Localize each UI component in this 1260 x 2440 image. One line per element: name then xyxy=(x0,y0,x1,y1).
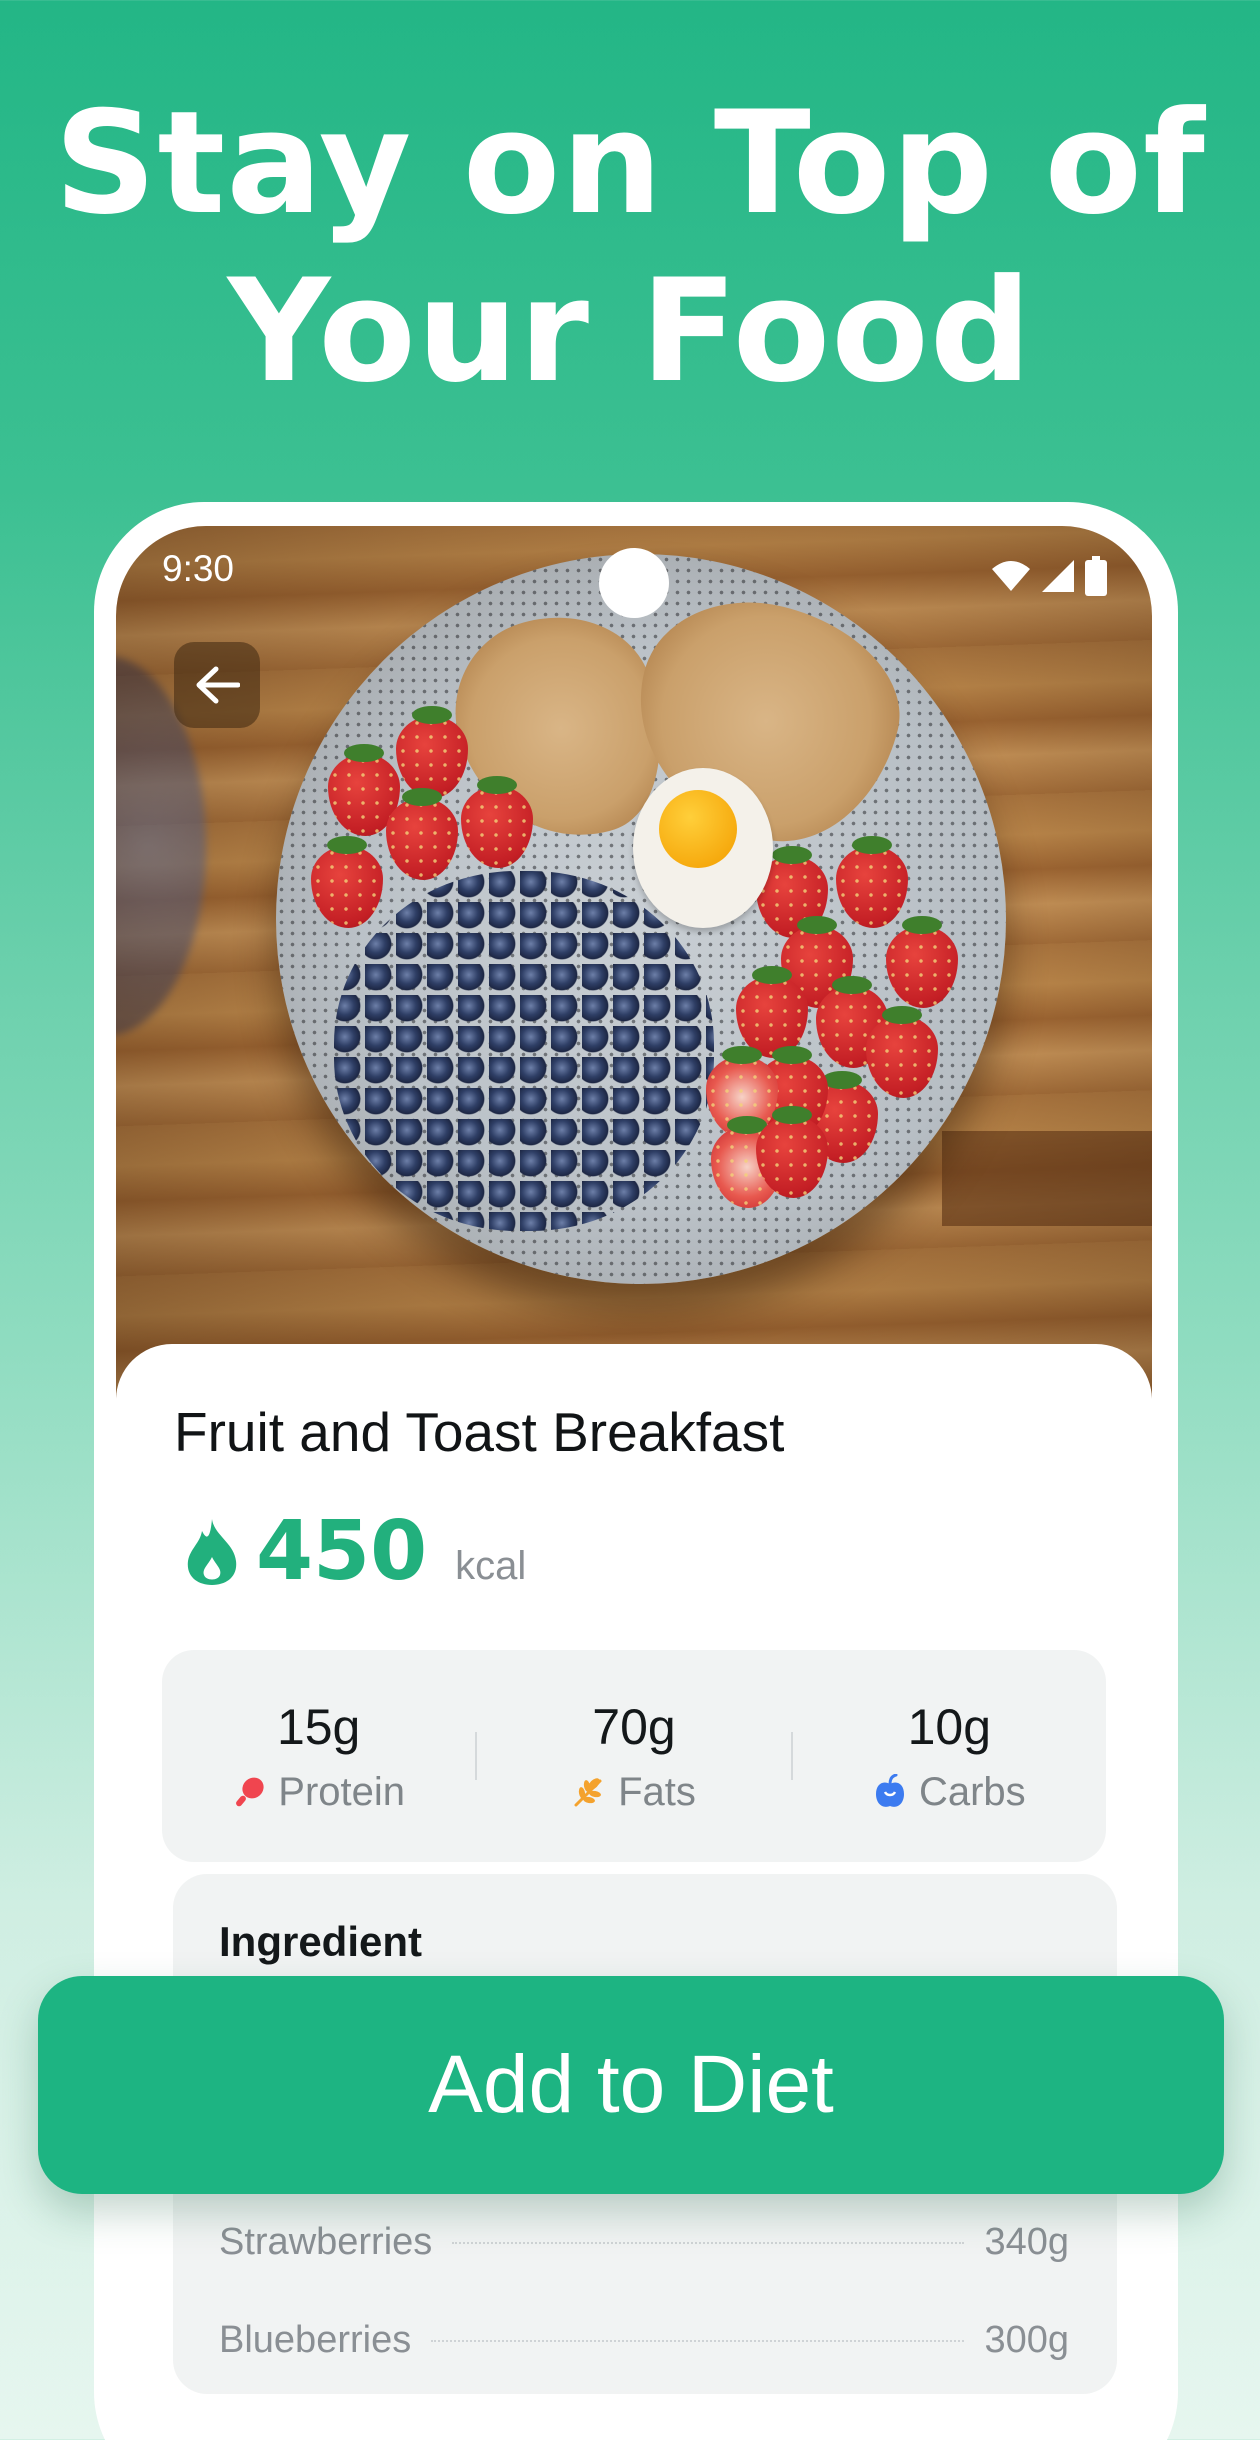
ingredient-amount: 300g xyxy=(984,2319,1069,2361)
ingredient-amount: 340g xyxy=(984,2221,1069,2263)
calorie-value: 450 xyxy=(256,1504,428,1599)
ingredient-row: Strawberries 340g xyxy=(219,2221,1069,2264)
ingredient-row: Blueberries 300g xyxy=(219,2319,1069,2362)
blueberries-pile xyxy=(334,871,714,1231)
macro-label: Carbs xyxy=(918,1769,1026,1814)
apple-icon xyxy=(875,1774,904,1807)
fried-egg xyxy=(633,768,773,928)
add-to-diet-button[interactable]: Add to Diet xyxy=(38,1976,1224,2194)
signal-icon xyxy=(1042,560,1074,592)
wifi-icon xyxy=(992,561,1030,591)
macro-fats: 70g Fats xyxy=(477,1650,790,1862)
back-button[interactable] xyxy=(174,642,260,728)
meal-detail-sheet: Fruit and Toast Breakfast 450 kcal 15g P… xyxy=(116,1344,1152,2440)
ingredients-title: Ingredient xyxy=(219,1918,423,1965)
dotted-leader xyxy=(452,2241,965,2244)
status-time: 9:30 xyxy=(162,548,235,589)
macro-label-row: Fats xyxy=(572,1770,696,1815)
meal-photo xyxy=(116,526,1152,1426)
headline-line-2: Your Food xyxy=(227,249,1033,414)
front-camera xyxy=(599,548,669,618)
headline-line-1: Stay on Top of xyxy=(54,81,1206,246)
meal-title: Fruit and Toast Breakfast xyxy=(174,1401,785,1463)
flame-icon xyxy=(187,1518,237,1585)
wheat-icon xyxy=(574,1778,602,1807)
status-icons xyxy=(990,556,1108,596)
macro-value: 10g xyxy=(907,1698,992,1755)
ingredient-name: Blueberries xyxy=(219,2319,412,2361)
calorie-unit: kcal xyxy=(455,1544,527,1588)
dotted-leader xyxy=(431,2339,965,2342)
drumstick-icon xyxy=(236,1777,264,1807)
battery-icon xyxy=(1085,556,1107,596)
macro-label: Fats xyxy=(618,1769,696,1814)
calorie-summary: 450 kcal xyxy=(184,1504,526,1599)
macro-value: 70g xyxy=(592,1698,676,1755)
macro-protein: 15g Protein xyxy=(162,1650,475,1862)
ingredient-name: Strawberries xyxy=(219,2221,433,2263)
macro-label-row: Protein xyxy=(232,1770,405,1815)
headline: Stay on Top of Your Food xyxy=(0,80,1260,416)
macro-carbs: 10g Carbs xyxy=(793,1650,1106,1862)
macro-label-row: Carbs xyxy=(873,1770,1026,1815)
arrow-left-icon xyxy=(196,666,240,704)
macro-value: 15g xyxy=(276,1698,361,1755)
macro-summary-card: 15g Protein 70g Fats 10g Carbs xyxy=(162,1650,1106,1862)
macro-label: Protein xyxy=(278,1769,406,1814)
